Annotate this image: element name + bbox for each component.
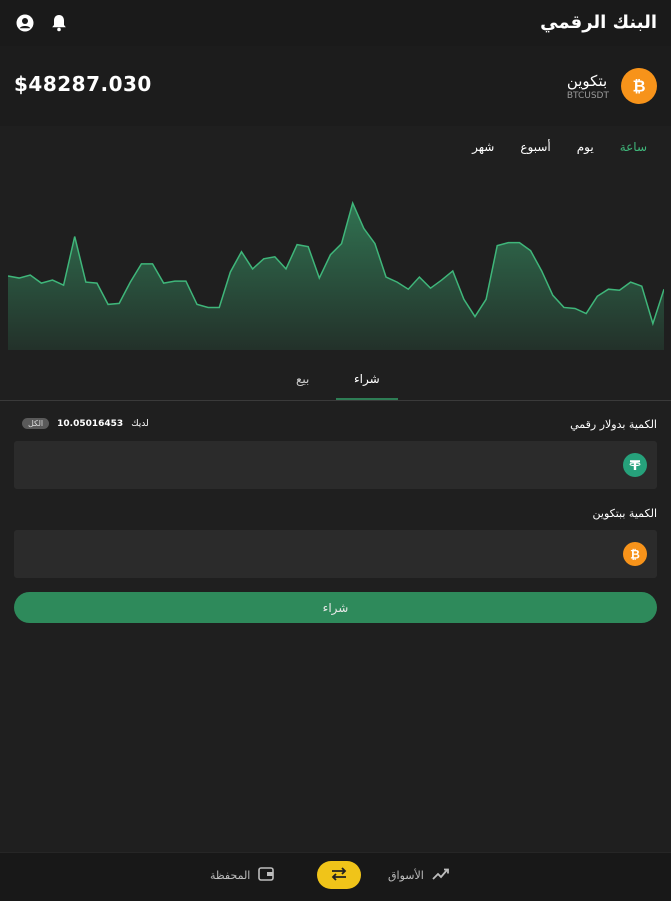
trade-tabs: بيع شراء [0, 362, 671, 401]
usd-amount-field [14, 441, 657, 489]
bitcoin-icon: ₿ [621, 68, 657, 104]
range-day[interactable]: يوم [577, 140, 594, 154]
usd-amount-label: الكمية بدولار رقمي [570, 418, 657, 431]
bitcoin-icon: ₿ [623, 542, 647, 566]
coin-text: بتكوين BTCUSDT [567, 72, 609, 101]
svg-text:₿: ₿ [632, 77, 645, 96]
balance-prefix: لديك [131, 418, 149, 429]
balance-value: 10.05016453 [57, 418, 124, 429]
usd-amount-input[interactable] [24, 447, 608, 483]
tab-buy[interactable]: شراء [354, 372, 380, 386]
trending-icon [432, 867, 450, 884]
range-week[interactable]: أسبوع [520, 140, 550, 154]
app-header: البنك الرقمي [0, 0, 671, 47]
coin-pair: BTCUSDT [566, 90, 609, 101]
ticker-panel: $48287.030 ₿ بتكوين BTCUSDT [0, 46, 671, 126]
active-tab-indicator [336, 398, 398, 400]
range-month[interactable]: شهر [472, 140, 494, 154]
swap-icon [329, 866, 349, 885]
chart-area [8, 203, 664, 350]
header-actions [14, 12, 70, 34]
btc-amount-field: ₿ [14, 530, 657, 578]
nav-wallet-label: المحفظة [210, 869, 251, 882]
swap-button[interactable] [317, 861, 361, 889]
nav-markets-label: الأسواق [388, 869, 424, 882]
coin-name: بتكوين [566, 71, 608, 90]
wallet-icon [258, 867, 275, 884]
tab-sell[interactable]: بيع [296, 372, 309, 386]
coin-info: ₿ بتكوين BTCUSDT [567, 68, 657, 104]
bell-icon[interactable] [48, 12, 70, 34]
nav-wallet[interactable]: المحفظة [210, 867, 275, 884]
price-chart [8, 200, 664, 350]
bottom-nav: الأسواق المحفظة [0, 852, 671, 901]
nav-markets[interactable]: الأسواق [388, 867, 450, 884]
buy-button[interactable]: شراء [14, 592, 657, 623]
tether-icon [623, 453, 647, 477]
current-price: $48287.030 [14, 72, 152, 96]
range-hour[interactable]: ساعة [620, 140, 647, 154]
range-selector: ساعة يوم أسبوع شهر [472, 140, 647, 154]
btc-amount-input[interactable] [24, 536, 608, 572]
balance-info: الكل 10.05016453 لديك [22, 418, 149, 429]
svg-text:₿: ₿ [630, 548, 640, 562]
btc-amount-label: الكمية ببتكوين [592, 507, 657, 520]
profile-icon[interactable] [14, 12, 36, 34]
app-title: البنك الرقمي [540, 12, 657, 33]
max-button[interactable]: الكل [22, 418, 50, 429]
